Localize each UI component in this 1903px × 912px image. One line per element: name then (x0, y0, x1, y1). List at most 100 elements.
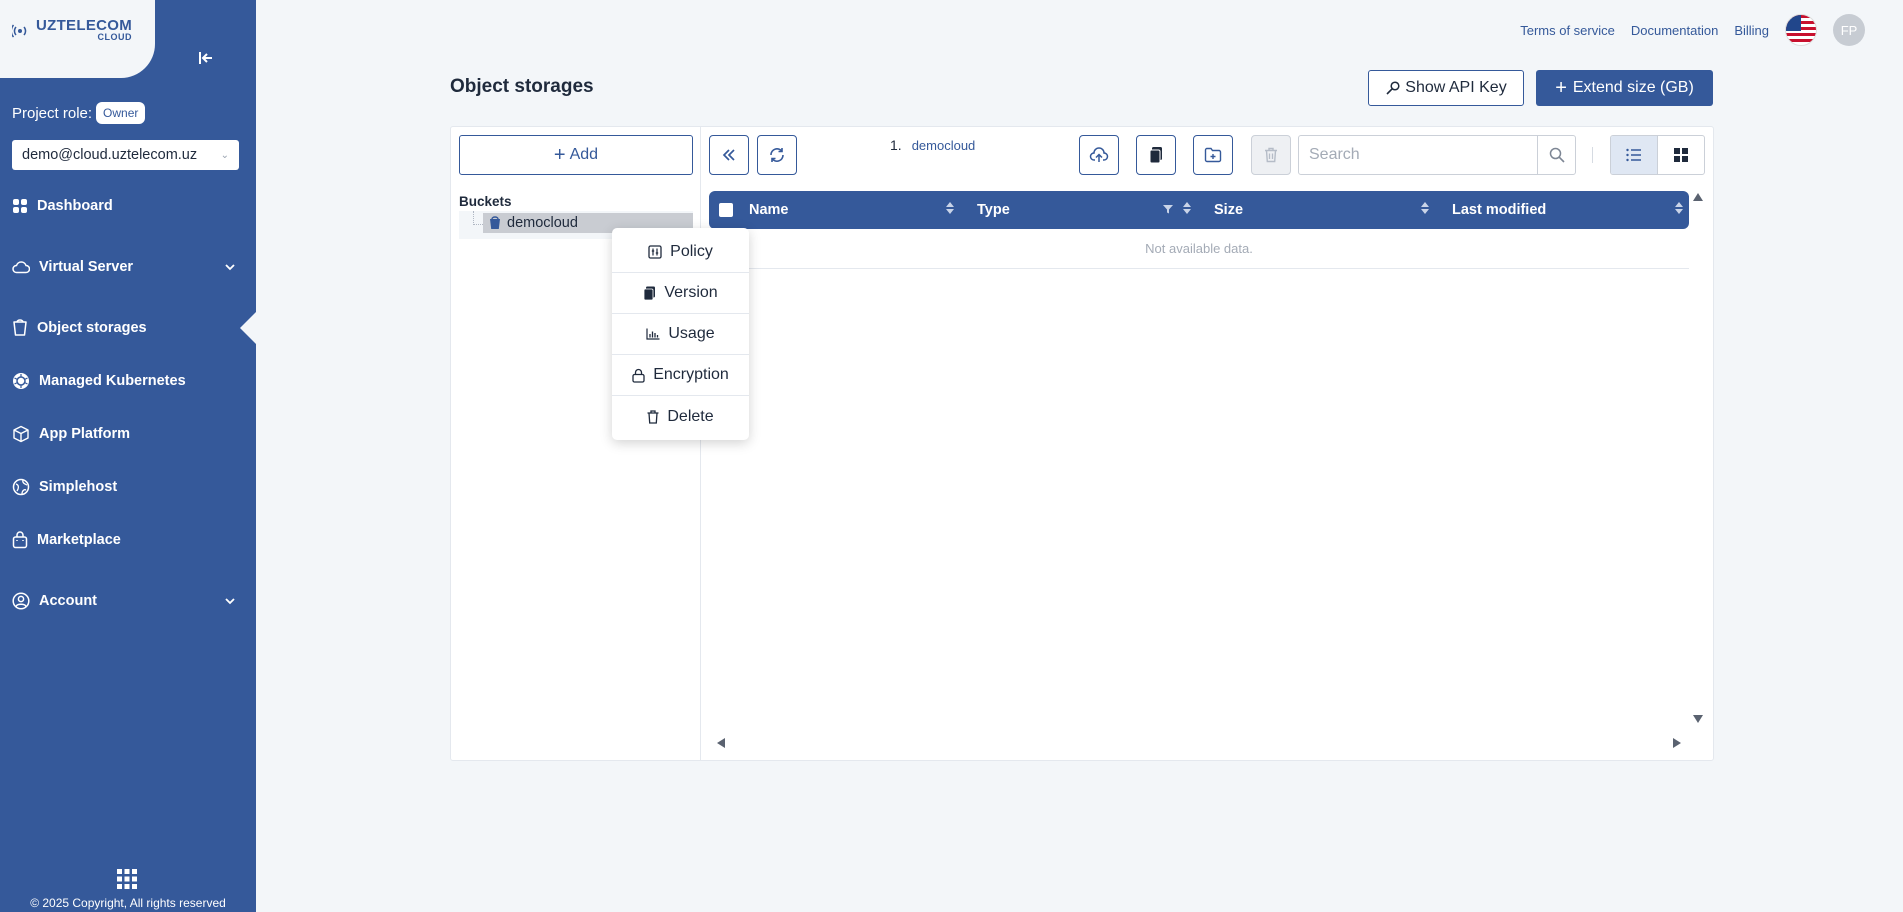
logo-sub: CLOUD (97, 32, 133, 42)
nav-object-storages[interactable]: Object storages (0, 312, 256, 344)
nav-managed-kubernetes[interactable]: Managed Kubernetes (0, 365, 256, 397)
sort-icon[interactable] (946, 202, 954, 214)
chevron-down-icon: ⌄ (220, 149, 229, 161)
logo-name: UZTELECOM (36, 17, 133, 34)
bucket-name: democloud (507, 215, 578, 231)
key-icon (1386, 81, 1400, 95)
nav-simplehost[interactable]: Simplehost (0, 471, 256, 503)
search-input[interactable] (1299, 136, 1537, 174)
menu-item-label: Usage (668, 325, 715, 342)
copy-icon (1149, 147, 1162, 164)
go-back-button[interactable] (709, 135, 749, 175)
tree-connector (473, 211, 483, 225)
vertical-scrollbar[interactable] (1692, 193, 1704, 723)
horizontal-scrollbar[interactable] (717, 737, 1681, 749)
nav-marketplace[interactable]: Marketplace (0, 524, 256, 556)
nav-label: Managed Kubernetes (39, 373, 186, 389)
project-select[interactable]: demo@cloud.uztelecom.uz ⌄ (12, 140, 239, 170)
select-all-checkbox[interactable] (719, 203, 733, 217)
documentation-link[interactable]: Documentation (1631, 23, 1718, 38)
avatar[interactable]: FP (1833, 14, 1865, 46)
delete-button[interactable] (1251, 135, 1291, 175)
billing-link[interactable]: Billing (1734, 23, 1769, 38)
menu-item-policy[interactable]: Policy (612, 232, 749, 273)
refresh-icon (770, 148, 784, 162)
menu-item-delete[interactable]: Delete (612, 396, 749, 437)
nav-label: Dashboard (37, 198, 113, 214)
trash-icon (1265, 147, 1277, 163)
bucket-icon (13, 319, 27, 336)
nav-app-platform[interactable]: App Platform (0, 418, 256, 450)
bucket-icon (490, 216, 500, 229)
scroll-right-icon[interactable] (1673, 738, 1681, 748)
search-icon[interactable] (1537, 136, 1575, 174)
cloud-upload-icon (1089, 147, 1109, 162)
signal-logo-icon (12, 24, 27, 38)
chevron-down-icon (225, 598, 235, 605)
page-title: Object storages (450, 76, 594, 97)
column-last-modified[interactable]: Last modified (1435, 191, 1689, 229)
breadcrumb: 1. democloud (890, 137, 975, 153)
bucket-tree-pane: + Add Buckets democloud (451, 127, 701, 760)
column-label: Name (749, 202, 789, 218)
nav-virtual-server[interactable]: Virtual Server (0, 251, 256, 283)
globe-icon (12, 478, 30, 496)
sort-icon[interactable] (1421, 202, 1429, 214)
nav-label: Object storages (37, 320, 147, 336)
sort-icon[interactable] (1183, 202, 1191, 214)
collapse-sidebar-icon[interactable] (196, 48, 216, 68)
column-type[interactable]: Type (960, 191, 1197, 229)
version-icon (643, 286, 656, 300)
bucket-context-menu: Policy Version Usage Encryption Delete (612, 228, 749, 440)
divider (1592, 147, 1593, 163)
storage-panel: + Add Buckets democloud 1. democloud Sea… (450, 126, 1714, 761)
search-box (1298, 135, 1576, 175)
box-icon (13, 425, 29, 443)
buckets-label: Buckets (459, 194, 512, 209)
menu-item-label: Delete (667, 407, 714, 425)
nav-label: Account (39, 593, 97, 609)
new-folder-button[interactable] (1193, 135, 1233, 175)
user-icon (12, 592, 30, 610)
plus-icon: + (1555, 77, 1567, 99)
extend-size-label: Extend size (GB) (1572, 79, 1694, 96)
scroll-down-icon[interactable] (1693, 715, 1703, 723)
us-flag-icon[interactable] (1785, 14, 1817, 46)
logo[interactable]: UZTELECOM CLOUD (12, 18, 132, 42)
column-name[interactable]: Name (749, 191, 960, 229)
project-role: Project role: Owner (12, 102, 146, 124)
terms-link[interactable]: Terms of service (1520, 23, 1615, 38)
scroll-up-icon[interactable] (1693, 193, 1703, 201)
column-label: Last modified (1452, 202, 1547, 218)
breadcrumb-path[interactable]: democloud (912, 138, 976, 153)
add-label: Add (569, 146, 599, 163)
show-api-key-button[interactable]: Show API Key (1368, 70, 1524, 106)
apps-grid-icon[interactable] (116, 868, 138, 895)
nav-label: Marketplace (37, 532, 121, 548)
column-size[interactable]: Size (1197, 191, 1435, 229)
versions-button[interactable] (1136, 135, 1176, 175)
grid-view-icon[interactable] (1658, 136, 1704, 174)
trash-icon (647, 409, 659, 424)
menu-item-version[interactable]: Version (612, 273, 749, 314)
add-bucket-button[interactable]: + Add (459, 135, 693, 175)
extend-size-button[interactable]: + Extend size (GB) (1536, 70, 1713, 106)
upload-button[interactable] (1079, 135, 1119, 175)
file-grid-header: Name Type Size Last modified (709, 191, 1689, 229)
column-label: Type (977, 202, 1010, 218)
list-view-icon[interactable] (1611, 136, 1658, 174)
menu-item-label: Encryption (653, 366, 729, 383)
menu-item-usage[interactable]: Usage (612, 314, 749, 355)
nav-account[interactable]: Account (0, 585, 256, 617)
folder-plus-icon (1204, 147, 1222, 163)
nav-dashboard[interactable]: Dashboard (0, 190, 256, 222)
refresh-button[interactable] (757, 135, 797, 175)
sort-icon[interactable] (1675, 202, 1683, 214)
project-select-value: demo@cloud.uztelecom.uz (22, 147, 198, 163)
filter-icon[interactable] (1163, 204, 1173, 214)
nav-label: App Platform (39, 426, 131, 442)
scroll-left-icon[interactable] (717, 738, 725, 748)
sidebar: UZTELECOM CLOUD Project role: Owner demo… (0, 0, 256, 912)
menu-item-encryption[interactable]: Encryption (612, 355, 749, 396)
lock-icon (632, 368, 645, 383)
